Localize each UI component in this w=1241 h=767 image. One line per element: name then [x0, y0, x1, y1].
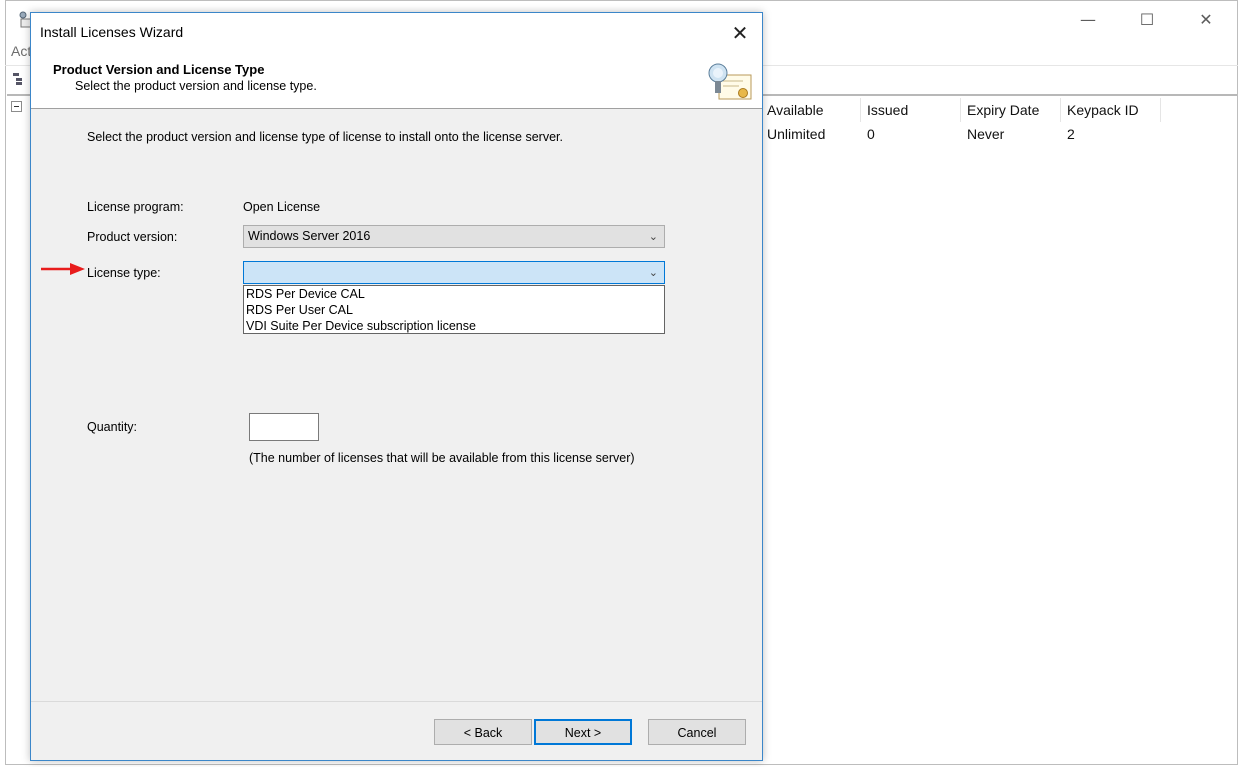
- column-expiry-date[interactable]: Expiry Date: [961, 100, 1061, 122]
- license-type-option-rds-per-device[interactable]: RDS Per Device CAL: [244, 287, 664, 303]
- license-type-dropdown-list: RDS Per Device CAL RDS Per User CAL VDI …: [243, 285, 665, 334]
- column-keypack-id[interactable]: Keypack ID: [1061, 100, 1161, 122]
- chevron-down-icon: ⌄: [648, 266, 658, 279]
- wizard-instructions: Select the product version and license t…: [87, 130, 563, 144]
- certificate-icon: [708, 63, 752, 100]
- chevron-down-icon: ⌄: [648, 230, 658, 243]
- install-licenses-wizard-dialog: Install Licenses Wizard ✕ Product Versio…: [30, 12, 763, 761]
- red-arrow-icon: [41, 263, 85, 275]
- license-program-label: License program:: [87, 200, 184, 214]
- tree-collapse-icon[interactable]: [11, 101, 22, 112]
- cell-available: Unlimited: [767, 126, 826, 142]
- minimize-button[interactable]: —: [1073, 10, 1103, 30]
- maximize-button[interactable]: ☐: [1132, 10, 1162, 30]
- menu-action-partial[interactable]: Act: [11, 43, 31, 59]
- column-issued[interactable]: Issued: [861, 100, 961, 122]
- product-version-label: Product version:: [87, 230, 178, 244]
- column-divider[interactable]: [1160, 98, 1161, 122]
- cancel-button[interactable]: Cancel: [648, 719, 746, 745]
- quantity-input[interactable]: [249, 413, 319, 441]
- next-button[interactable]: Next >: [534, 719, 632, 745]
- product-version-select[interactable]: Windows Server 2016 ⌄: [243, 225, 665, 248]
- back-button[interactable]: < Back: [434, 719, 532, 745]
- license-program-value: Open License: [243, 200, 321, 214]
- wizard-header: Product Version and License Type Select …: [31, 53, 762, 109]
- cell-keypack-id: 2: [1067, 126, 1075, 142]
- tree-toolbar-icon[interactable]: [12, 71, 30, 87]
- license-type-select[interactable]: ⌄: [243, 261, 665, 284]
- cell-issued: 0: [867, 126, 875, 142]
- cell-expiry-date: Never: [967, 126, 1005, 142]
- license-type-option-rds-per-user[interactable]: RDS Per User CAL: [244, 303, 664, 319]
- column-available[interactable]: Available: [761, 100, 861, 122]
- dialog-titlebar[interactable]: Install Licenses Wizard ✕: [31, 13, 762, 53]
- product-version-selected: Windows Server 2016: [248, 229, 371, 243]
- wizard-step-title: Product Version and License Type: [53, 62, 265, 77]
- close-window-button[interactable]: ✕: [1191, 10, 1221, 30]
- license-type-label: License type:: [87, 266, 161, 280]
- dialog-title: Install Licenses Wizard: [40, 24, 184, 40]
- quantity-help-text: (The number of licenses that will be ava…: [249, 451, 635, 465]
- close-icon[interactable]: ✕: [724, 19, 756, 47]
- wizard-step-subtitle: Select the product version and license t…: [75, 79, 317, 93]
- quantity-label: Quantity:: [87, 420, 138, 434]
- footer-divider: [31, 701, 762, 702]
- license-type-option-vdi-suite[interactable]: VDI Suite Per Device subscription licens…: [244, 319, 664, 335]
